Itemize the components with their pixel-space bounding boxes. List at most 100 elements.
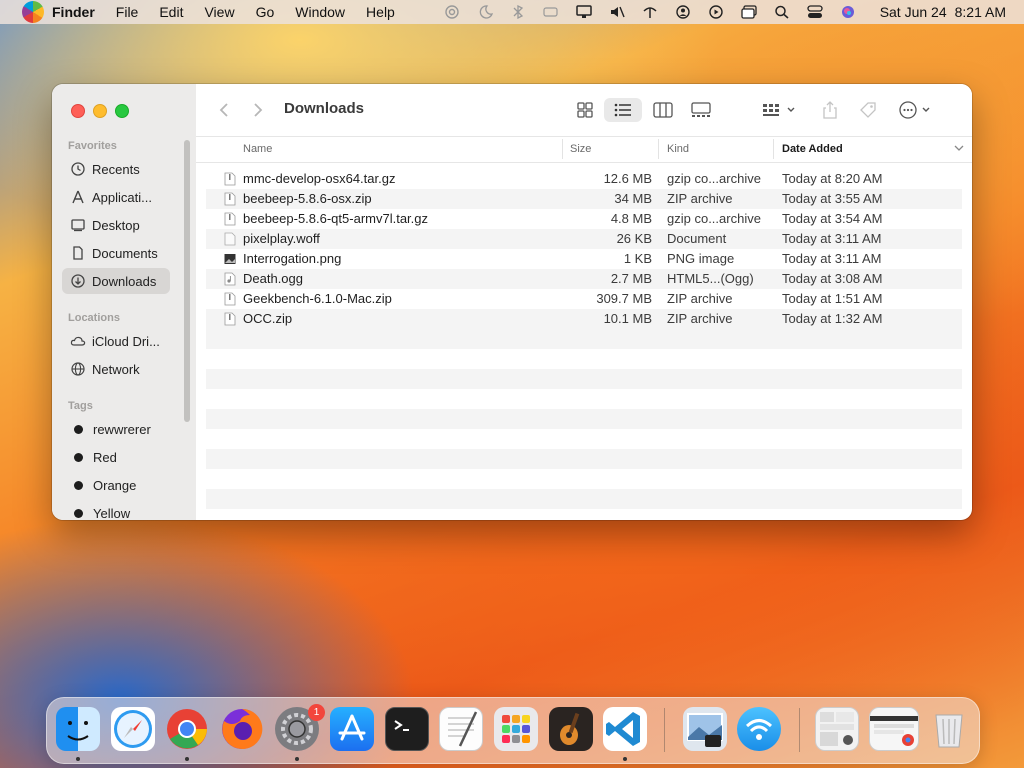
sidebar-item-downloads[interactable]: Downloads [62, 268, 170, 294]
terminal-icon[interactable] [385, 707, 429, 751]
share-button[interactable] [818, 98, 842, 122]
file-row[interactable]: Death.ogg 2.7 MB HTML5...(Ogg) Today at 3:0… [206, 269, 962, 289]
sidebar-tag-rewwrerer[interactable]: rewwrerer [62, 416, 170, 442]
trash-icon[interactable] [927, 707, 971, 751]
file-kind: HTML5...(Ogg) [667, 271, 754, 286]
safari-icon[interactable] [111, 707, 155, 751]
file-row[interactable]: pixelplay.woff 26 KB Document Today at 3:11… [206, 229, 962, 249]
maximize-button[interactable] [115, 104, 129, 118]
sidebar-item-applications[interactable]: Applicati... [62, 184, 170, 210]
mute-icon[interactable] [609, 5, 625, 19]
sidebar-item-label: Desktop [92, 217, 140, 233]
display-icon[interactable] [575, 5, 592, 19]
menu-view[interactable]: View [204, 4, 234, 20]
preview-icon[interactable] [683, 707, 727, 751]
sidebar-tag-yellow[interactable]: Yellow [62, 500, 170, 520]
tag-dot-icon [74, 452, 83, 462]
column-size[interactable]: Size [570, 143, 591, 155]
file-row[interactable]: Interrogation.png 1 KB PNG image Today at 3… [206, 249, 962, 269]
sidebar-tag-orange[interactable]: Orange [62, 472, 170, 498]
wifi-icon[interactable] [737, 707, 781, 751]
file-size: 4.8 MB [610, 211, 652, 226]
finder-icon[interactable] [56, 707, 100, 751]
play-circle-icon[interactable] [708, 5, 724, 19]
icon-view-button[interactable] [570, 98, 600, 122]
column-divider[interactable] [658, 139, 659, 159]
running-indicator [295, 757, 299, 761]
sidebar: Favorites Recents Applicati... Desktop D… [52, 84, 196, 520]
garageband-icon[interactable] [549, 707, 593, 751]
apple-menu-icon[interactable] [22, 1, 44, 23]
file-size: 34 MB [614, 191, 652, 206]
running-indicator [76, 757, 80, 761]
gallery-view-button[interactable] [684, 98, 718, 122]
dock-separator [664, 708, 665, 752]
sidebar-scrollbar[interactable] [184, 140, 190, 422]
menu-app-name[interactable]: Finder [52, 4, 95, 20]
airdrop-icon[interactable] [444, 5, 460, 19]
action-button[interactable] [898, 98, 938, 122]
column-name[interactable]: Name [243, 143, 272, 155]
sidebar-item-label: iCloud Dri... [92, 333, 160, 349]
sidebar-item-icloud-drive[interactable]: iCloud Dri... [62, 328, 170, 354]
file-size: 26 KB [616, 231, 652, 246]
file-size: 2.7 MB [610, 271, 652, 286]
group-by-button[interactable] [760, 98, 800, 122]
app-store-icon[interactable] [330, 707, 374, 751]
sidebar-item-recents[interactable]: Recents [62, 156, 170, 182]
chrome-icon[interactable] [165, 707, 209, 751]
window-thumbnail-icon[interactable] [869, 707, 919, 751]
column-divider[interactable] [773, 139, 774, 159]
minimize-button[interactable] [93, 104, 107, 118]
vscode-icon[interactable] [603, 707, 647, 751]
back-button[interactable] [214, 98, 234, 122]
file-row[interactable]: Geekbench-6.1.0-Mac.zip 309.7 MB ZIP archi… [206, 289, 962, 309]
grid-icon [577, 102, 593, 118]
menu-edit[interactable]: Edit [159, 4, 183, 20]
moon-icon[interactable] [477, 5, 493, 19]
file-row[interactable]: mmc-develop-osx64.tar.gz 12.6 MB gzip co..… [206, 169, 962, 189]
stack-icon[interactable] [815, 707, 859, 751]
screen-mirroring-icon[interactable] [741, 5, 757, 19]
battery-icon[interactable] [543, 5, 559, 19]
column-view-button[interactable] [646, 98, 680, 122]
siri-icon[interactable] [840, 5, 856, 19]
firefox-icon[interactable] [220, 707, 264, 751]
wifi-off-icon[interactable] [642, 5, 658, 19]
launchpad-icon[interactable] [494, 707, 538, 751]
column-kind[interactable]: Kind [667, 143, 689, 155]
spotlight-search-icon[interactable] [774, 5, 790, 19]
sort-chevron-down-icon[interactable] [954, 144, 964, 156]
bluetooth-off-icon[interactable] [510, 5, 526, 19]
tag-button[interactable] [856, 98, 880, 122]
menu-bar: Finder File Edit View Go Window Help Sat… [0, 0, 1024, 24]
file-date-added: Today at 1:51 AM [782, 291, 883, 306]
close-button[interactable] [71, 104, 85, 118]
forward-button[interactable] [248, 98, 268, 122]
menu-file[interactable]: File [116, 4, 139, 20]
file-name: Geekbench-6.1.0-Mac.zip [243, 291, 392, 306]
file-row[interactable]: beebeep-5.8.6-qt5-armv7l.tar.gz 4.8 MB gzi… [206, 209, 962, 229]
file-row[interactable]: beebeep-5.8.6-osx.zip 34 MB ZIP archive Tod… [206, 189, 962, 209]
list-view-button[interactable] [604, 98, 642, 122]
tag-icon [860, 102, 876, 118]
sidebar-item-label: Yellow [93, 505, 131, 521]
file-row[interactable]: OCC.zip 10.1 MB ZIP archive Today at 1:32 A… [206, 309, 962, 329]
chevron-right-icon [254, 103, 263, 117]
menu-clock[interactable]: Sat Jun 24 8:21 AM [872, 4, 1006, 20]
column-date-added[interactable]: Date Added [782, 143, 843, 155]
menu-window[interactable]: Window [295, 4, 345, 20]
sidebar-tag-red[interactable]: Red [62, 444, 170, 470]
chevron-left-icon [219, 103, 228, 117]
user-account-icon[interactable] [675, 5, 691, 19]
settings-icon[interactable]: 1 [275, 704, 325, 751]
control-center-icon[interactable] [807, 5, 823, 19]
sidebar-item-network[interactable]: Network [62, 356, 170, 382]
document-icon [70, 245, 86, 261]
menu-help[interactable]: Help [366, 4, 395, 20]
column-divider[interactable] [562, 139, 563, 159]
sidebar-item-desktop[interactable]: Desktop [62, 212, 170, 238]
textedit-icon[interactable] [439, 707, 483, 751]
sidebar-item-documents[interactable]: Documents [62, 240, 170, 266]
menu-go[interactable]: Go [256, 4, 275, 20]
